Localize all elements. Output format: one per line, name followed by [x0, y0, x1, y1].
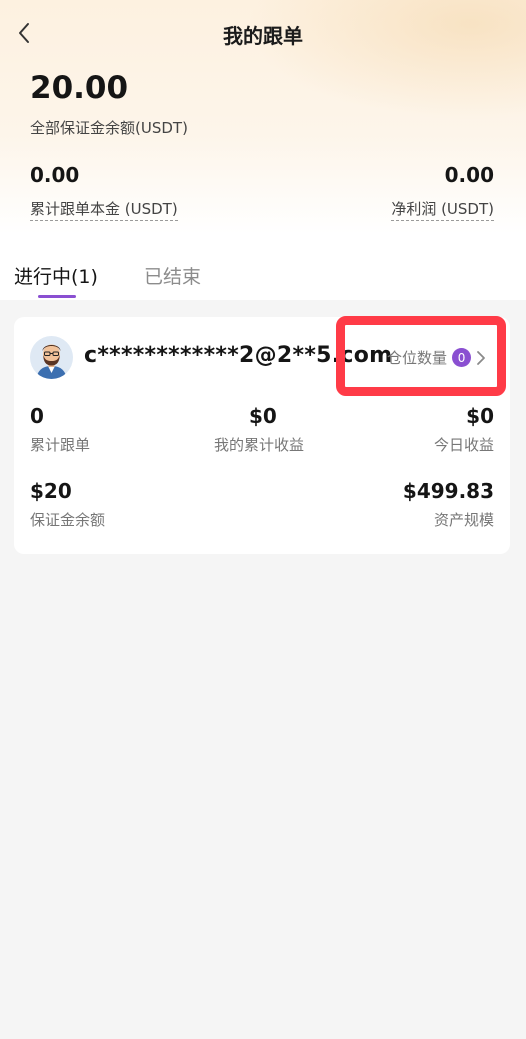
status-tabs: 进行中(1) 已结束: [0, 250, 526, 300]
asset-scale-value: $499.83: [402, 479, 494, 503]
header-decoration: [246, 0, 526, 120]
my-cumulative-income-label: 我的累计收益: [214, 436, 305, 454]
tab-ended[interactable]: 已结束: [144, 262, 201, 289]
net-profit-label[interactable]: 净利润 (USDT): [391, 198, 494, 221]
asset-scale-label: 资产规模: [433, 511, 494, 529]
cumulative-principal-value: 0.00: [30, 163, 80, 187]
net-profit-value: 0.00: [444, 163, 494, 187]
avatar: [30, 336, 73, 379]
margin-balance-label: 保证金余额: [30, 511, 106, 529]
active-tab-indicator: [38, 295, 76, 298]
today-income-value: $0: [466, 404, 494, 428]
chevron-right-icon: [476, 350, 486, 366]
total-margin-balance-label: 全部保证金余额(USDT): [30, 119, 188, 137]
my-cumulative-income-value: $0: [249, 404, 277, 428]
margin-balance-value: $20: [30, 479, 72, 503]
position-count-link[interactable]: 仓位数量 0: [387, 347, 486, 368]
page-title: 我的跟单: [223, 24, 303, 48]
cumulative-principal-label[interactable]: 累计跟单本金 (USDT): [30, 198, 178, 221]
copy-order-card[interactable]: c************2@2**5.com 仓位数量 0 0 累计跟单 $0…: [14, 316, 510, 554]
position-count-label: 仓位数量: [387, 349, 448, 367]
cumulative-orders-label: 累计跟单: [30, 436, 91, 454]
position-count-badge: 0: [452, 348, 472, 367]
today-income-label: 今日收益: [433, 436, 494, 454]
cumulative-orders-value: 0: [30, 404, 44, 428]
tab-in-progress[interactable]: 进行中(1): [14, 262, 98, 289]
avatar-icon: [30, 336, 73, 379]
total-margin-balance-value: 20.00: [30, 70, 129, 106]
